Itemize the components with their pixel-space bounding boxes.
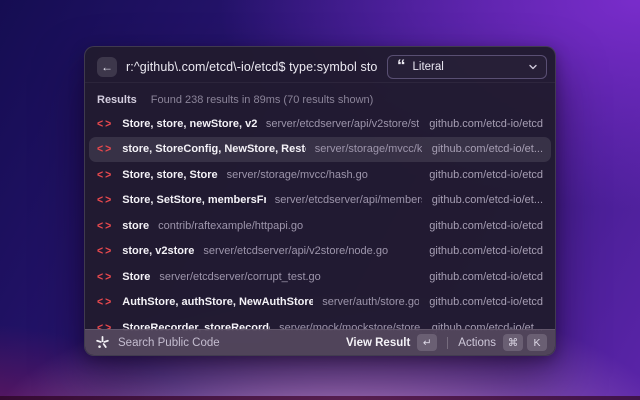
back-arrow-icon: ← — [101, 59, 113, 74]
footer-divider — [447, 336, 449, 349]
result-row[interactable]: <> store, v2store server/etcdserver/api/… — [89, 239, 551, 265]
code-symbol-icon: <> — [97, 295, 114, 310]
code-symbol-icon: <> — [97, 218, 114, 233]
result-row-selected[interactable]: <> store, StoreConfig, NewStore, Restore… — [89, 136, 551, 162]
repo-name: github.com/etcd-io/etcd — [429, 245, 543, 258]
search-bar: ← r:^github\.com/etcd\-io/etcd$ type:sym… — [85, 51, 555, 83]
actions-button[interactable]: Actions — [458, 337, 496, 349]
repo-name: github.com/etcd-io/etcd — [429, 270, 543, 283]
code-symbol-icon: <> — [97, 167, 114, 182]
symbol-names: store — [122, 219, 150, 232]
chevron-down-icon — [528, 62, 538, 72]
cmd-key-icon: ⌘ — [503, 334, 523, 351]
repo-name: github.com/etcd-io/etcd — [429, 296, 543, 309]
repo-name: github.com/etcd-io/etcd — [429, 219, 543, 232]
symbol-names: Store, SetStore, membersFromStore,... — [122, 194, 265, 207]
enter-key-icon: ↵ — [417, 334, 438, 351]
footer-bar: Search Public Code View Result ↵ Actions… — [85, 329, 555, 355]
repo-name: github.com/etcd-io/et... — [431, 143, 543, 156]
result-row[interactable]: <> Store, SetStore, membersFromStore,...… — [89, 188, 551, 214]
command-title: Search Public Code — [118, 336, 220, 349]
file-path: server/storage/mvcc/kvstore.go — [314, 143, 422, 156]
code-symbol-icon: <> — [97, 116, 114, 131]
back-button[interactable]: ← — [97, 56, 117, 77]
search-mode-label: Literal — [412, 60, 444, 73]
result-row[interactable]: <> Store, store, Store server/storage/mv… — [89, 162, 551, 188]
code-symbol-icon: <> — [97, 142, 114, 157]
result-row[interactable]: <> store contrib/raftexample/httpapi.go … — [89, 213, 551, 239]
results-section-label: Results — [97, 94, 137, 106]
repo-name: github.com/etcd-io/et... — [431, 194, 543, 207]
result-row[interactable]: <> Store server/etcdserver/corrupt_test.… — [89, 264, 551, 290]
code-symbol-icon: <> — [97, 244, 114, 259]
k-key-icon: K — [527, 334, 547, 351]
results-summary: Found 238 results in 89ms (70 results sh… — [150, 94, 374, 106]
repo-name: github.com/etcd-io/etcd — [429, 168, 543, 181]
symbol-names: store, StoreConfig, NewStore, Restore, r… — [122, 143, 306, 156]
symbol-names: store, v2store — [122, 245, 195, 258]
result-row[interactable]: <> AuthStore, authStore, NewAuthStore se… — [89, 290, 551, 316]
view-result-button[interactable]: View Result — [346, 337, 410, 349]
search-mode-dropdown[interactable]: “ Literal — [387, 54, 547, 79]
repo-name: github.com/etcd-io/etcd — [429, 117, 543, 130]
file-path: server/etcdserver/api/v2store/node.go — [203, 245, 389, 258]
search-window: ← r:^github\.com/etcd\-io/etcd$ type:sym… — [84, 46, 556, 356]
results-header: Results Found 238 results in 89ms (70 re… — [85, 89, 555, 111]
symbol-names: Store, store, newStore, v2store — [122, 117, 257, 130]
search-input[interactable]: r:^github\.com/etcd\-io/etcd$ type:symbo… — [126, 60, 377, 74]
file-path: server/storage/mvcc/hash.go — [226, 168, 368, 181]
symbol-names: Store — [122, 270, 151, 283]
file-path: server/etcdserver/api/v2store/store.go — [265, 117, 420, 130]
code-symbol-icon: <> — [97, 193, 114, 208]
wallpaper-bottom-edge — [0, 396, 640, 400]
code-symbol-icon: <> — [97, 269, 114, 284]
file-path: server/etcdserver/corrupt_test.go — [159, 270, 321, 283]
file-path: contrib/raftexample/httpapi.go — [158, 219, 304, 232]
symbol-names: AuthStore, authStore, NewAuthStore — [122, 296, 314, 309]
sourcegraph-sparkle-logo-icon — [95, 335, 110, 350]
search-query-text: r:^github\.com/etcd\-io/etcd$ type:symbo… — [126, 59, 377, 74]
results-list: <> Store, store, newStore, v2store serve… — [85, 111, 555, 341]
symbol-names: Store, store, Store — [122, 168, 218, 181]
file-path: server/auth/store.go — [322, 296, 420, 309]
file-path: server/etcdserver/api/membership/cluste.… — [274, 194, 422, 207]
result-row[interactable]: <> Store, store, newStore, v2store serve… — [89, 111, 551, 137]
quote-icon: “ — [397, 56, 406, 75]
